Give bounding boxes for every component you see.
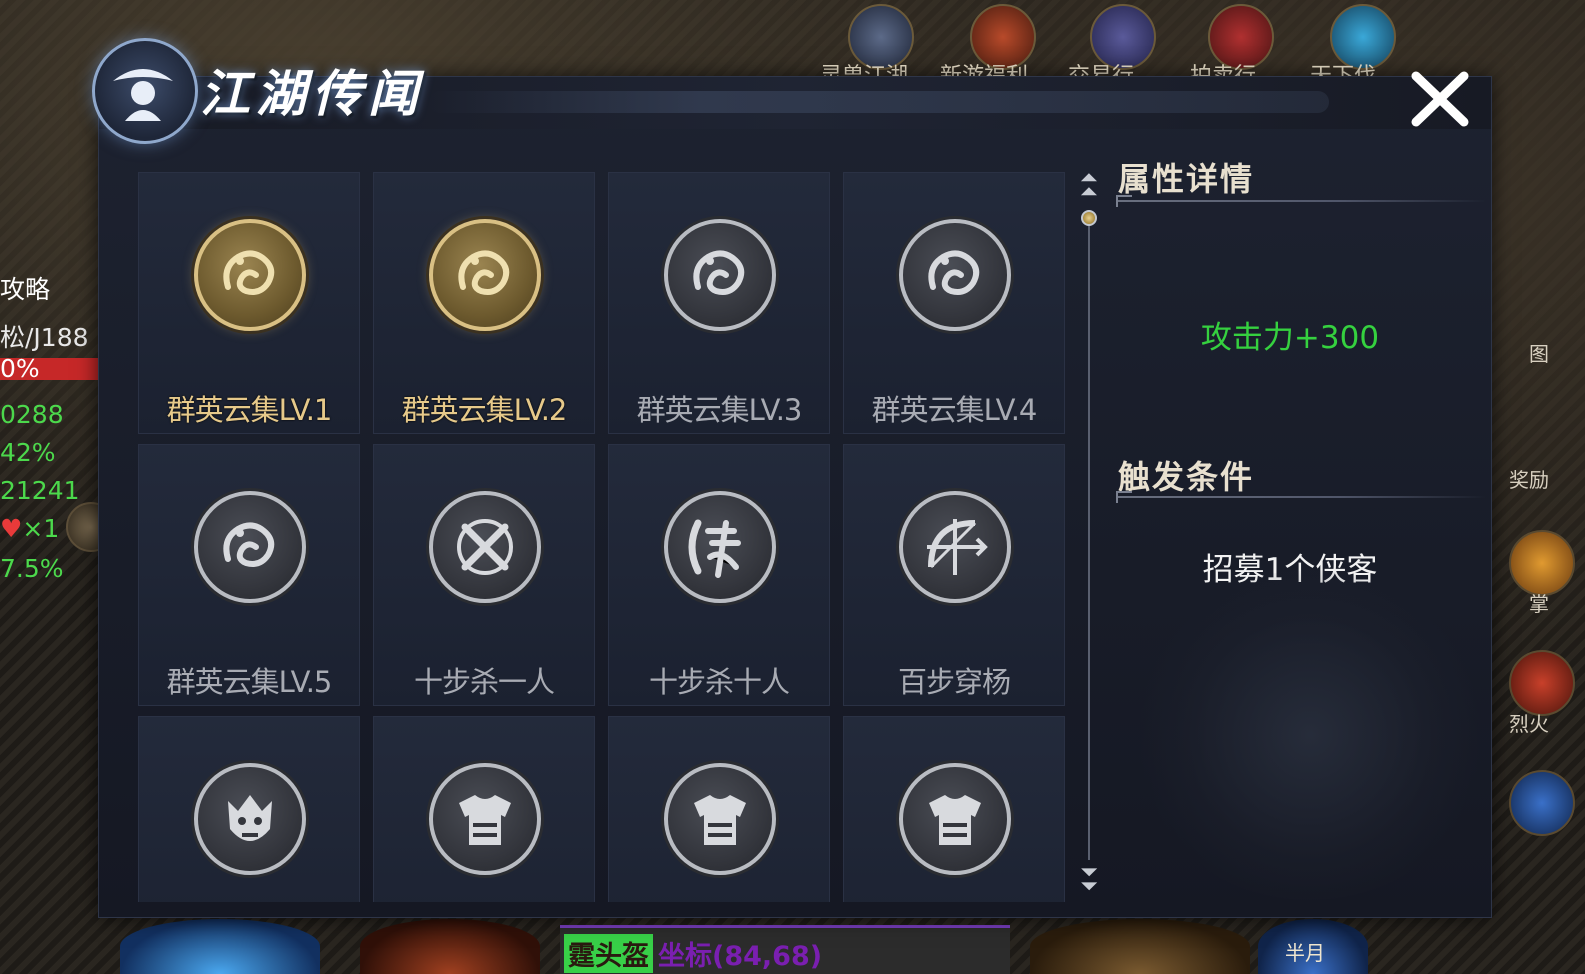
achievement-card[interactable]	[843, 716, 1065, 902]
stat-value: 7.5%	[0, 554, 64, 583]
achievement-card[interactable]: 百步穿杨	[843, 444, 1065, 706]
ink-swirl-decoration	[1130, 570, 1490, 900]
achievement-label: 群英云集LV.1	[166, 393, 333, 427]
stat-value: 42%	[0, 438, 56, 467]
achievement-label: 群英云集LV.3	[636, 393, 803, 427]
achievement-label: 群英云集LV.4	[871, 393, 1038, 427]
bag-orb-icon[interactable]	[1030, 919, 1250, 974]
achievement-grid: 群英云集LV.1 群英云集LV.2 群英云集LV.3 群英云集LV.4 群英云集…	[138, 172, 1068, 902]
condition-heading: 触发条件	[1118, 458, 1255, 496]
achievement-card[interactable]: 群英云集LV.3	[608, 172, 830, 434]
armor-icon	[664, 763, 776, 875]
coordinate-box: 霆头盔 坐标(84,68)	[560, 925, 1010, 974]
achievement-card[interactable]: 群英云集LV.2	[373, 172, 595, 434]
reward-label[interactable]: 奖励	[1509, 464, 1549, 493]
achievement-card[interactable]: 十步杀一人	[373, 444, 595, 706]
detail-pane: 属性详情 攻击力+300 触发条件 招募1个侠客	[1110, 140, 1490, 900]
attribute-value: 攻击力+300	[1200, 320, 1380, 356]
heading-divider	[1116, 195, 1486, 207]
armor-icon	[899, 763, 1011, 875]
achievement-label: 群英云集LV.5	[166, 665, 333, 699]
achievement-card[interactable]	[608, 716, 830, 902]
palm-label: 掌	[1529, 592, 1549, 616]
heading-divider	[1116, 491, 1486, 503]
achievement-label: 十步杀一人	[413, 665, 555, 699]
attribute-heading: 属性详情	[1118, 160, 1255, 198]
stat-value: 21241	[0, 476, 80, 505]
player-name: 松/J188	[0, 323, 89, 352]
scroll-track[interactable]	[1088, 210, 1090, 860]
achievement-card[interactable]: 群英云集LV.1	[138, 172, 360, 434]
dragon-icon	[899, 219, 1011, 331]
achievement-card[interactable]: 群英云集LV.4	[843, 172, 1065, 434]
bottom-hud-bar: 霆头盔 坐标(84,68) 半月	[0, 915, 1585, 974]
achievement-label: 群英云集LV.2	[401, 393, 568, 427]
dragon-icon	[194, 219, 306, 331]
achievement-card[interactable]: 十步杀十人	[608, 444, 830, 706]
achievement-card[interactable]	[138, 716, 360, 902]
dragon-icon	[429, 219, 541, 331]
dragon-icon	[194, 491, 306, 603]
map-name: 霆头盔	[564, 934, 653, 973]
achievement-label: 十步杀十人	[648, 665, 790, 699]
header-brush-stroke	[429, 91, 1329, 113]
mana-orb-icon	[120, 919, 320, 974]
scroll-down-icon[interactable]: ⏷ ⏷	[1079, 862, 1099, 898]
hp-percent: 0%	[0, 354, 40, 383]
half-moon-label: 半月	[1285, 941, 1325, 965]
grid-scrollbar[interactable]: ⏶ ⏶ ⏷ ⏷	[1078, 168, 1100, 902]
stat-value: 0288	[0, 400, 64, 429]
stat-value: ♥×1	[0, 514, 60, 543]
ice-skill-icon[interactable]	[1509, 770, 1575, 836]
achievement-card[interactable]: 群英云集LV.5	[138, 444, 360, 706]
fire-skill-icon[interactable]	[1509, 650, 1575, 716]
armor-icon	[429, 763, 541, 875]
demon-mask-icon	[194, 763, 306, 875]
fire-label: 烈火	[1509, 712, 1549, 736]
achievement-label: 百步穿杨	[897, 665, 1011, 699]
right-side-hud: 图 奖励 掌 烈火	[1485, 80, 1585, 940]
coordinates: 坐标(84,68)	[658, 941, 823, 972]
map-label[interactable]: 图	[1529, 338, 1549, 367]
top-menu-bar: 灵兽江湖新游福利交易行拍卖行天下伐	[790, 0, 1430, 89]
scroll-thumb[interactable]	[1081, 210, 1097, 226]
skill-orb-icon[interactable]	[360, 919, 540, 974]
heart-icon: ♥	[0, 514, 23, 543]
swordsman-hat-icon	[92, 38, 198, 144]
close-button[interactable]	[1404, 68, 1476, 130]
achievement-card[interactable]	[373, 716, 595, 902]
close-x-icon	[1411, 71, 1469, 127]
slash-character-icon	[664, 491, 776, 603]
palm-skill-icon[interactable]	[1509, 530, 1575, 596]
scroll-up-icon[interactable]: ⏶ ⏶	[1079, 168, 1099, 204]
crossed-swords-icon	[429, 491, 541, 603]
dragon-icon	[664, 219, 776, 331]
strategy-label[interactable]: 攻略	[0, 270, 50, 306]
bow-arrow-icon	[899, 491, 1011, 603]
panel-title: 江湖传闻	[200, 64, 424, 123]
